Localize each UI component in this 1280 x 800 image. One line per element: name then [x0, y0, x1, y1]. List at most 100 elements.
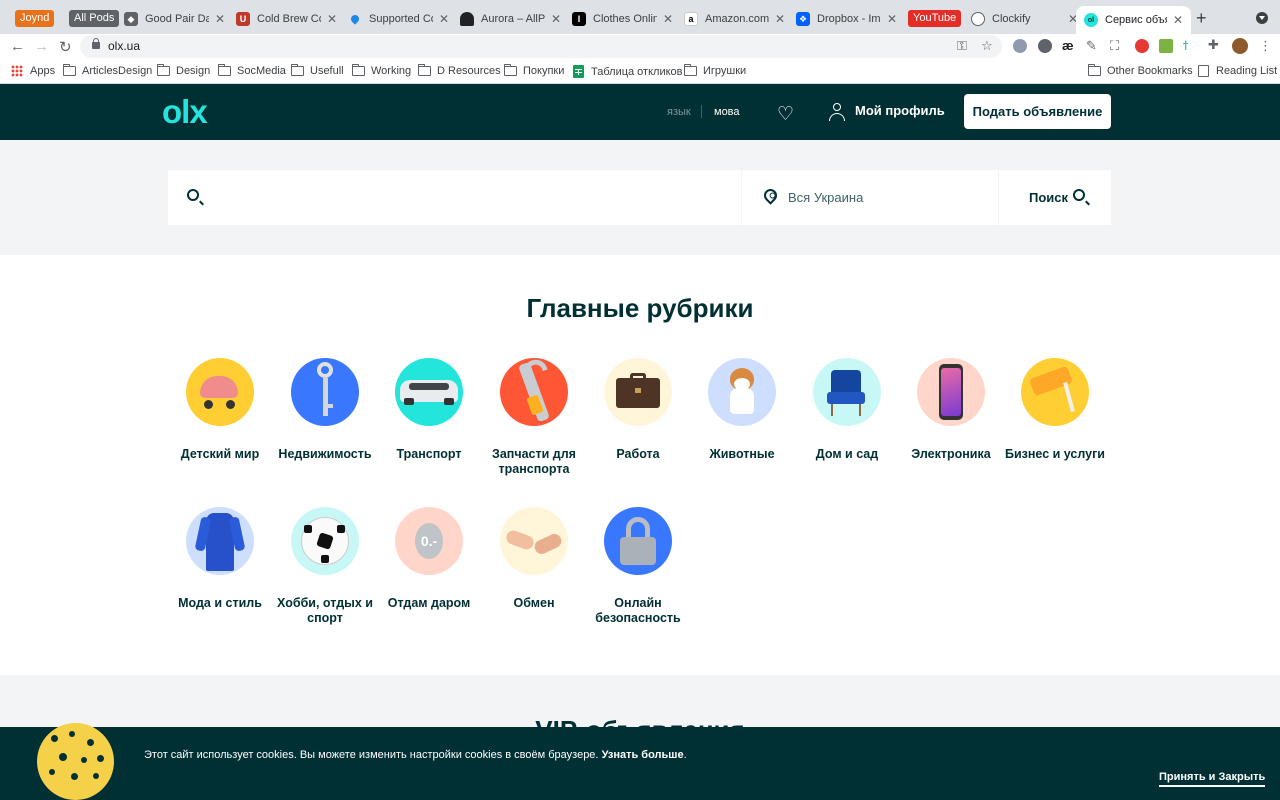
close-icon[interactable]: ✕	[215, 12, 225, 26]
clockify-icon	[971, 12, 985, 26]
category-transport[interactable]: Транспорт	[377, 358, 481, 462]
tab-dropbox[interactable]: ❖ Dropbox - Images✕	[796, 6, 897, 32]
category-security[interactable]: Онлайн безопасность	[586, 507, 690, 626]
close-icon[interactable]: ✕	[663, 12, 673, 26]
my-profile-link[interactable]: Мой профиль	[855, 103, 945, 118]
folder-icon	[504, 64, 517, 76]
category-free[interactable]: 0.- Отдам даром	[377, 507, 481, 611]
post-ad-button[interactable]: Подать объявление	[964, 94, 1111, 129]
folder-icon	[418, 64, 431, 76]
bookmark-toys[interactable]: Игрушки	[684, 64, 746, 77]
category-parts[interactable]: Запчасти для транспорта	[482, 358, 586, 477]
car-icon	[395, 358, 463, 426]
avatar[interactable]	[1232, 38, 1248, 54]
close-icon[interactable]: ✕	[551, 12, 561, 26]
tab-clockify[interactable]: Clockify ✕	[971, 6, 1078, 32]
olx-logo[interactable]: olx	[162, 95, 208, 128]
heart-icon[interactable]: ♡	[777, 103, 794, 126]
key-icon[interactable]: ⚿	[957, 38, 967, 54]
search-button[interactable]: Поиск	[1029, 190, 1068, 205]
lock-icon	[92, 38, 100, 49]
category-jobs[interactable]: Работа	[586, 358, 690, 462]
magnet-icon: U	[236, 12, 250, 26]
reload-icon[interactable]: ↻	[59, 38, 72, 56]
soccer-ball-icon	[291, 507, 359, 575]
tab-search-icon[interactable]	[1256, 12, 1268, 24]
bookmark-pokupki[interactable]: Покупки	[504, 64, 564, 77]
user-icon[interactable]	[829, 103, 845, 121]
back-icon[interactable]: ←	[10, 38, 25, 55]
folder-icon	[684, 64, 697, 76]
extension-icon[interactable]: æ	[1062, 38, 1074, 53]
eyedropper-icon[interactable]: ✎	[1086, 38, 1097, 54]
wrench-icon	[500, 358, 568, 426]
tab-all-pods[interactable]: All Pods	[69, 10, 120, 27]
lang-divider	[701, 105, 702, 118]
adblock-icon[interactable]	[1135, 39, 1149, 53]
bookmark-other[interactable]: Other Bookmarks	[1088, 64, 1193, 77]
category-hobby[interactable]: Хобби, отдых и спорт	[273, 507, 377, 626]
bookmark-d-resources[interactable]: D Resources	[418, 64, 501, 77]
location-pin-icon	[761, 186, 780, 205]
category-kids[interactable]: Детский мир	[168, 358, 272, 462]
apps-grid-icon	[11, 65, 23, 77]
lang-ru[interactable]: язык	[667, 106, 691, 118]
tab-cold-brew[interactable]: U Cold Brew Coffee✕	[236, 6, 337, 32]
tab-youtube[interactable]: YouTube	[908, 10, 962, 27]
extension-icon[interactable]	[1159, 39, 1173, 53]
category-business[interactable]: Бизнес и услуги	[1003, 358, 1107, 462]
bookmark-working[interactable]: Working	[352, 64, 411, 77]
tab-amazon[interactable]: a Amazon.com ✕	[684, 6, 785, 32]
briefcase-icon	[604, 358, 672, 426]
address-bar[interactable]: olx.ua ⚿ ☆	[80, 35, 1002, 58]
tab-aurora[interactable]: Aurora – AllPods✕	[460, 6, 561, 32]
key-icon	[291, 358, 359, 426]
category-animals[interactable]: Животные	[690, 358, 794, 462]
lang-ua[interactable]: мова	[714, 106, 740, 118]
learn-more-link[interactable]: Узнать больше	[602, 749, 684, 761]
categories-title: Главные рубрики	[526, 293, 754, 323]
bookmark-apps[interactable]: Apps	[11, 65, 55, 77]
tab-supported-countries[interactable]: Supported Countries✕	[348, 6, 449, 32]
search-input[interactable]	[216, 170, 736, 225]
category-realty[interactable]: Недвижимость	[273, 358, 377, 462]
extension-icon[interactable]	[1038, 39, 1052, 53]
close-icon[interactable]: ✕	[775, 12, 785, 26]
location-input[interactable]: Вся Украина	[788, 190, 863, 205]
category-home-garden[interactable]: Дом и сад	[795, 358, 899, 462]
bookmark-reading-list[interactable]: Reading List	[1198, 65, 1277, 77]
new-tab-button[interactable]: +	[1196, 8, 1207, 29]
tab-olx-active[interactable]: ol Сервис объявлений✕	[1076, 6, 1192, 34]
extension-icon[interactable]	[1013, 39, 1027, 53]
bookmark-usefull[interactable]: Usefull	[291, 64, 344, 77]
bookmark-star-icon[interactable]: ☆	[981, 38, 993, 54]
close-icon[interactable]: ✕	[1173, 13, 1183, 27]
dress-icon	[186, 507, 254, 575]
category-fashion[interactable]: Мода и стиль	[168, 507, 272, 611]
menu-icon[interactable]: ⋮	[1259, 38, 1272, 54]
tab-good-pair-days[interactable]: ◆ Good Pair Days✕	[124, 6, 225, 32]
bookmark-articlesdesign[interactable]: ArticlesDesign	[63, 64, 152, 77]
folder-icon	[352, 64, 365, 76]
tab-clothes-online[interactable]: I Clothes Online✕	[572, 6, 673, 32]
forward-icon[interactable]: →	[34, 38, 49, 55]
puzzle-icon[interactable]: ✚	[1208, 37, 1219, 53]
category-electronics[interactable]: Электроника	[899, 358, 1003, 462]
bookmark-socmedia[interactable]: SocMedia	[218, 64, 286, 77]
screenshot-icon[interactable]: ⛶	[1110, 38, 1119, 54]
category-exchange[interactable]: Обмен	[482, 507, 586, 611]
bookmark-table-responses[interactable]: Таблица откликов	[573, 65, 683, 78]
extension-icon[interactable]: ϯ	[1183, 38, 1188, 53]
smartphone-icon	[917, 358, 985, 426]
search-icon[interactable]	[1073, 189, 1089, 205]
close-icon[interactable]: ✕	[439, 12, 449, 26]
amazon-icon: a	[684, 12, 698, 26]
bookmarks-bar: Apps ArticlesDesign Design SocMedia Usef…	[0, 60, 1280, 84]
bookmark-design[interactable]: Design	[157, 64, 210, 77]
reading-list-icon	[1198, 65, 1209, 77]
accept-cookies-button[interactable]: Принять и Закрыть	[1159, 771, 1266, 787]
close-icon[interactable]: ✕	[887, 12, 897, 26]
tab-joynd[interactable]: Joynd	[15, 10, 55, 27]
close-icon[interactable]: ✕	[327, 12, 337, 26]
folder-icon	[291, 64, 304, 76]
